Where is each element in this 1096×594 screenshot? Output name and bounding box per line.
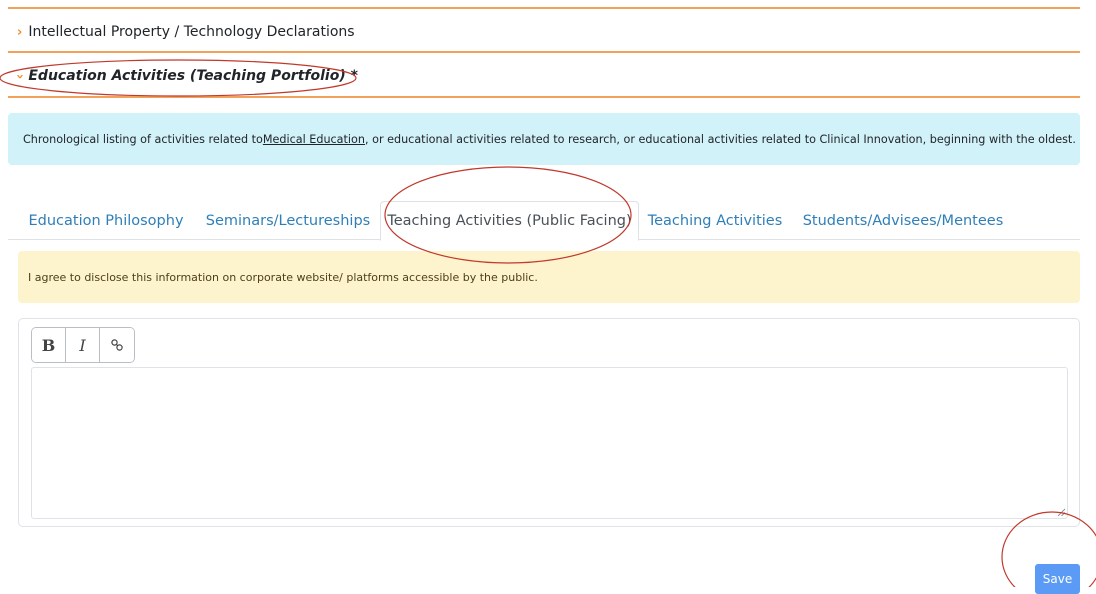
tab-label: Seminars/Lectureships <box>205 212 371 229</box>
link-button[interactable] <box>100 328 134 362</box>
bold-button[interactable]: B <box>32 328 66 362</box>
resize-handle-icon[interactable] <box>1057 508 1065 516</box>
bold-icon: B <box>41 335 56 355</box>
tab-label: Teaching Activities <box>647 212 783 229</box>
chevron-down-icon: › <box>12 73 28 79</box>
editor-toolbar: B I <box>31 327 135 363</box>
disclosure-alert: I agree to disclose this information on … <box>18 251 1080 303</box>
section-ip-header[interactable]: › Intellectual Property / Technology Dec… <box>17 24 355 40</box>
medical-education-link[interactable]: Medical Education <box>263 133 365 146</box>
italic-button[interactable]: I <box>66 328 100 362</box>
section-education-header[interactable]: › Education Activities (Teaching Portfol… <box>12 68 358 84</box>
tab-label: Education Philosophy <box>28 212 184 229</box>
save-label: Save <box>1042 572 1073 586</box>
save-button[interactable]: Save <box>1035 564 1080 594</box>
italic-icon: I <box>79 335 86 355</box>
tab-teaching-activities-public-facing[interactable]: Teaching Activities (Public Facing) <box>380 201 639 241</box>
editor-textarea[interactable] <box>31 367 1068 519</box>
section-divider-1 <box>8 51 1080 53</box>
tab-seminars-lectureships[interactable]: Seminars/Lectureships <box>202 201 374 240</box>
info-text-prefix: Chronological listing of activities rela… <box>23 132 263 146</box>
rich-text-editor: B I <box>18 318 1080 527</box>
section-divider-2 <box>8 96 1080 98</box>
tab-teaching-activities[interactable]: Teaching Activities <box>644 201 786 240</box>
tab-label: Students/Advisees/Mentees <box>802 212 1004 229</box>
section-education-title: Education Activities (Teaching Portfolio… <box>28 68 358 84</box>
info-alert: Chronological listing of activities rela… <box>8 113 1080 165</box>
tab-students-advisees-mentees[interactable]: Students/Advisees/Mentees <box>798 201 1008 240</box>
section-ip-title: Intellectual Property / Technology Decla… <box>28 24 355 40</box>
tab-education-philosophy[interactable]: Education Philosophy <box>24 201 188 240</box>
chevron-right-icon: › <box>17 24 23 40</box>
section-divider-top <box>8 7 1080 9</box>
tab-bar: Education Philosophy Seminars/Lectureshi… <box>8 201 1080 241</box>
link-icon <box>111 339 123 351</box>
info-text-suffix: , or educational activities related to r… <box>364 132 1076 146</box>
disclosure-text: I agree to disclose this information on … <box>28 270 538 284</box>
tab-label: Teaching Activities (Public Facing) <box>387 213 632 229</box>
